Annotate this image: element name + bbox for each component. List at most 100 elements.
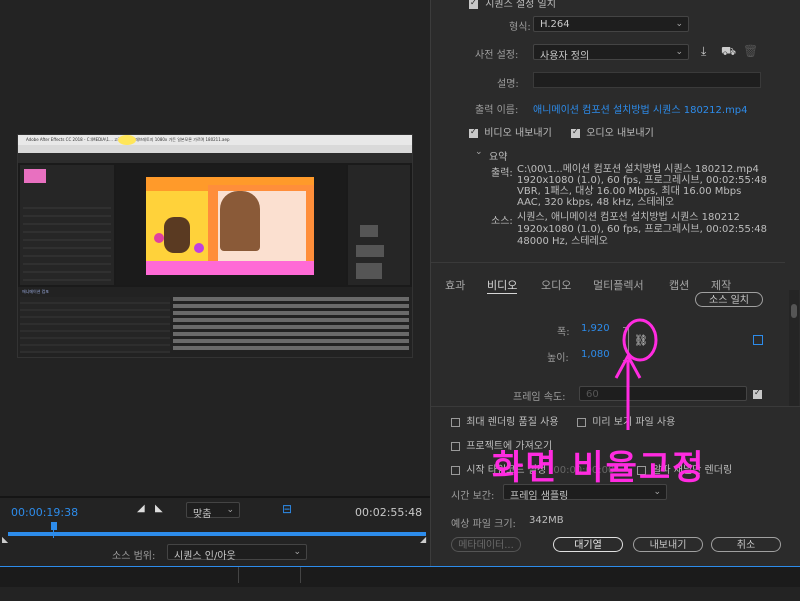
save-preset-icon[interactable]: ⤓ xyxy=(701,44,706,59)
art-bottom-band xyxy=(146,261,314,275)
format-label: 형식: xyxy=(509,22,531,33)
scrollbar-thumb[interactable] xyxy=(791,304,797,318)
export-audio-label: 오디오 내보내기 xyxy=(586,128,654,139)
summary-header: 요약 xyxy=(489,152,508,163)
preset-value: 사용자 정의 xyxy=(540,51,590,62)
end-time: 00:02:55:48 xyxy=(355,506,423,519)
format-value: H.264 xyxy=(540,19,570,30)
summary-output-line: AAC, 320 kbps, 48 kHz, 스테레오 xyxy=(517,197,675,208)
chevron-down-icon: ⌄ xyxy=(226,505,234,515)
source-range-label: 소스 범위: xyxy=(112,551,156,562)
mini-timeline: 애니메이션 컴포 xyxy=(18,287,412,357)
export-video-checkbox[interactable] xyxy=(469,127,478,138)
in-point-marker[interactable]: ◣ xyxy=(2,535,8,544)
chevron-down-icon: ⌄ xyxy=(293,547,301,557)
import-preset-icon[interactable]: ⛟ xyxy=(721,44,736,60)
mini-toolbar xyxy=(18,153,412,163)
output-name-link[interactable]: 애니메이션 컴포션 설치방법 시퀀스 180212.mp4 xyxy=(533,101,748,116)
status-bar xyxy=(0,587,800,601)
summary-output-line: VBR, 1패스, 대상 16.00 Mbps, 최대 16.00 Mbps xyxy=(517,186,742,197)
summary-source-line: 시퀀스, 애니메이션 컴포션 설치방법 시퀀스 180212 xyxy=(517,212,740,223)
height-label: 높이: xyxy=(547,353,569,364)
blur-block-2 xyxy=(356,245,384,257)
mini-file-list xyxy=(23,201,111,281)
divider xyxy=(238,567,239,583)
divider xyxy=(300,567,301,583)
comment-input[interactable] xyxy=(533,72,761,88)
current-time[interactable]: 00:00:19:38 xyxy=(11,506,78,519)
safe-margins-icon[interactable]: ⊟ xyxy=(282,502,292,516)
file-size-value: 342MB xyxy=(529,515,564,526)
preset-label: 사전 설정: xyxy=(475,50,519,61)
aspect-checkbox[interactable] xyxy=(753,335,763,345)
summary-source-line: 1920x1080 (1.0), 60 fps, 프로그레시브, 00:02:5… xyxy=(517,224,767,235)
collapse-chevron-icon[interactable]: ⌄ xyxy=(475,147,483,157)
tab-multiplexer[interactable]: 멀티플렉서 xyxy=(593,277,644,293)
format-dropdown[interactable]: H.264 ⌄ xyxy=(533,16,689,32)
video-scrollbar[interactable] xyxy=(789,290,799,406)
chevron-down-icon: ⌄ xyxy=(675,47,683,57)
tab-effects[interactable]: 효과 xyxy=(445,277,465,293)
divider xyxy=(431,262,785,263)
tab-publish[interactable]: 제작 xyxy=(711,277,731,293)
mini-project-panel xyxy=(20,165,114,285)
time-interp-label: 시간 보간: xyxy=(451,491,495,502)
max-render-checkbox[interactable] xyxy=(451,417,460,427)
time-interp-value: 프레임 샘플링 xyxy=(510,491,569,502)
export-video-label: 비디오 내보내기 xyxy=(484,128,552,139)
chevron-down-icon: ⌄ xyxy=(675,19,683,29)
out-point-marker[interactable]: ◢ xyxy=(420,535,426,544)
fit-dropdown[interactable]: 맞춤 ⌄ xyxy=(186,502,240,520)
annotation-text: 화면 비율고정 xyxy=(492,448,706,488)
bottom-strip xyxy=(0,566,800,601)
match-sequence-label: 시퀀스 설정 일치 xyxy=(485,0,556,10)
frame-rate-checkbox[interactable] xyxy=(753,388,762,399)
export-video-row[interactable]: 비디오 내보내기 xyxy=(469,124,552,139)
start-timecode-checkbox[interactable] xyxy=(451,465,460,475)
mark-in-icon[interactable]: ◢ xyxy=(137,503,145,514)
summary-output-block: C:\00\1...메이션 컴포션 설치방법 시퀀스 180212.mp4 19… xyxy=(517,164,767,208)
export-button[interactable]: 내보내기 xyxy=(633,537,703,552)
timeline-scrubber[interactable] xyxy=(8,532,426,536)
match-source-button[interactable]: 소스 일치 xyxy=(695,292,763,307)
comment-label: 설명: xyxy=(497,79,519,90)
mini-title-bar: Adobe After Effects CC 2018 - C:\MEDIA\1… xyxy=(18,135,412,145)
frame-rate-label: 프레임 속도: xyxy=(513,392,566,403)
art-flower-2 xyxy=(194,243,204,253)
export-audio-checkbox[interactable] xyxy=(571,127,580,138)
cancel-button[interactable]: 취소 xyxy=(711,537,781,552)
mini-comp-viewer xyxy=(116,165,346,285)
max-render-row[interactable]: 최대 렌더링 품질 사용 xyxy=(451,413,559,428)
match-sequence-checkbox[interactable] xyxy=(469,0,478,9)
mark-out-icon[interactable]: ◣ xyxy=(155,503,163,514)
match-sequence-row[interactable]: 시퀀스 설정 일치 xyxy=(469,0,556,10)
tab-captions[interactable]: 캡션 xyxy=(669,277,689,293)
art-hair xyxy=(220,191,260,251)
summary-output-label: 출력: xyxy=(491,168,513,179)
source-range-dropdown[interactable]: 시퀀스 인/아웃 ⌄ xyxy=(167,544,307,562)
trash-icon[interactable]: 🗑 xyxy=(743,44,758,58)
art-monkey xyxy=(164,217,190,253)
width-label: 폭: xyxy=(557,327,570,338)
summary-output-line: C:\00\1...메이션 컴포션 설치방법 시퀀스 180212.mp4 xyxy=(517,164,759,175)
file-size-label: 예상 파일 크기: xyxy=(451,519,516,530)
metadata-button[interactable]: 메타데이터... xyxy=(451,537,521,552)
use-preview-checkbox[interactable] xyxy=(577,417,586,427)
mini-effects-panel xyxy=(348,165,410,285)
tab-audio[interactable]: 오디오 xyxy=(541,277,571,293)
mini-layer-list xyxy=(20,297,170,353)
preset-dropdown[interactable]: 사용자 정의 ⌄ xyxy=(533,44,689,62)
annotation-arrow xyxy=(614,318,658,430)
tab-video[interactable]: 비디오 xyxy=(487,277,518,294)
export-audio-row[interactable]: 오디오 내보내기 xyxy=(571,124,654,139)
fit-value: 맞춤 xyxy=(193,509,212,520)
cursor-highlight xyxy=(118,135,136,145)
playhead[interactable] xyxy=(51,522,57,530)
blur-block-1 xyxy=(360,225,378,237)
queue-button[interactable]: 대기열 xyxy=(553,537,623,552)
import-project-checkbox[interactable] xyxy=(451,441,460,451)
source-range-value: 시퀀스 인/아웃 xyxy=(174,551,236,562)
art-flower-1 xyxy=(154,233,164,243)
frame-rate-value: 60 xyxy=(586,389,599,400)
output-name-label: 출력 이름: xyxy=(475,105,519,116)
